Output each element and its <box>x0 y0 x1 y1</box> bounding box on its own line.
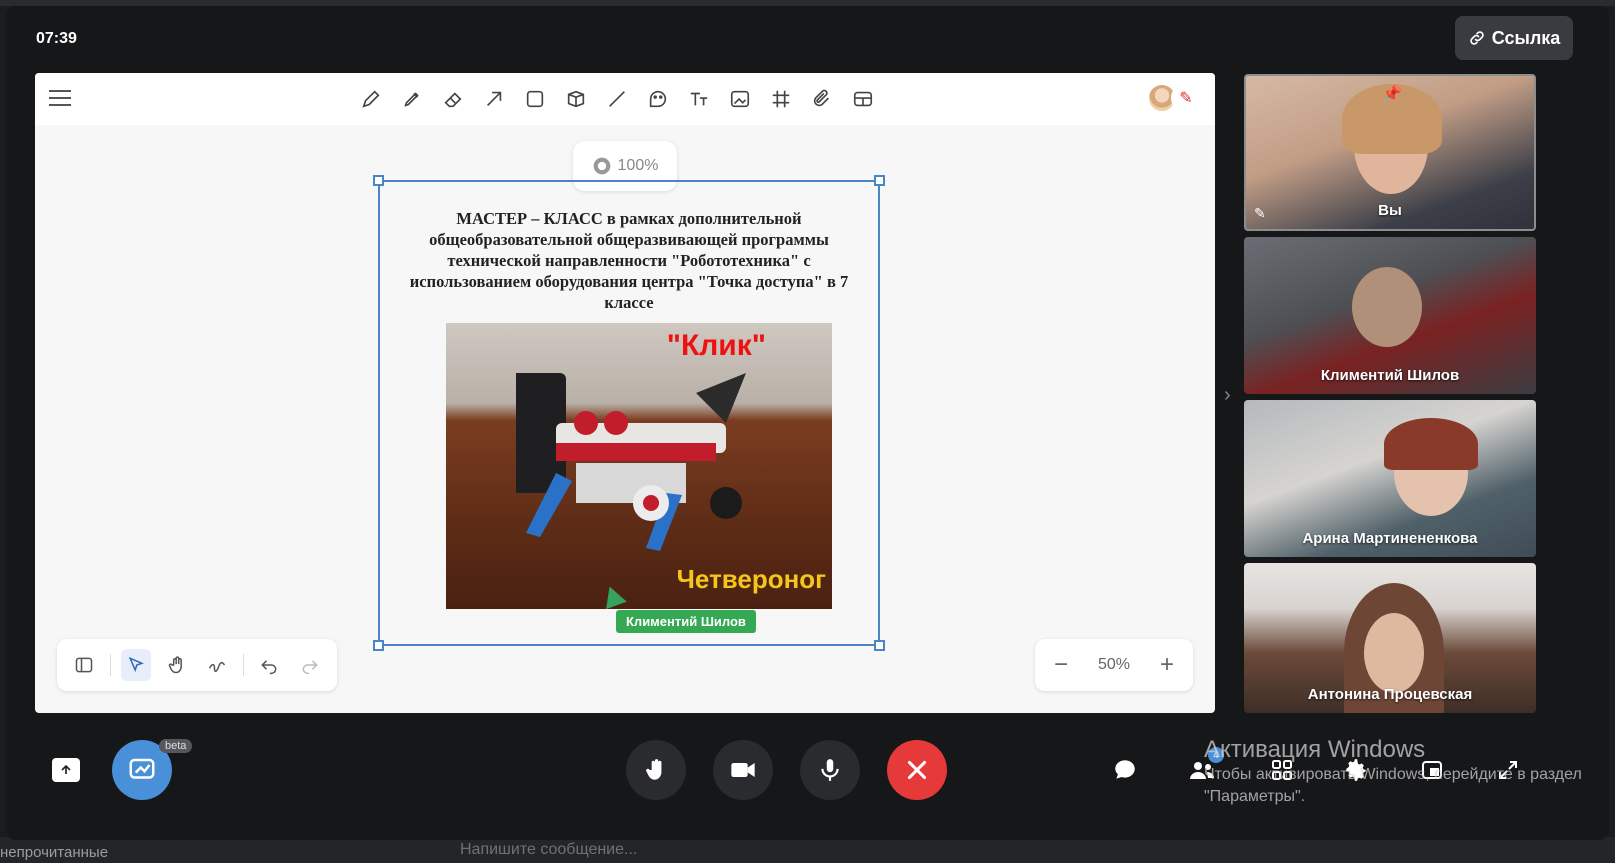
activation-title: Активация Windows <box>1204 736 1426 763</box>
participant-video <box>1352 267 1422 347</box>
hand-tool-icon[interactable] <box>161 649 192 681</box>
beta-badge: beta <box>159 739 193 753</box>
call-window: 07:39 Ссылка ✎ 100% МАСТЕР – КЛАСС в рам… <box>6 6 1609 840</box>
grid-icon[interactable] <box>767 85 795 113</box>
robot-photo: "Клик" Четвероног <box>446 323 832 609</box>
participant-name: Арина Мартинененкова <box>1302 530 1478 547</box>
close-icon <box>907 760 927 780</box>
share-screen-button[interactable] <box>52 758 80 782</box>
slide-title: МАСТЕР – КЛАСС в рамках дополнительной о… <box>409 209 849 312</box>
participant-tile[interactable]: Климентий Шилов <box>1244 237 1536 394</box>
unread-label: непрочитанные <box>0 844 109 861</box>
image-icon[interactable] <box>726 85 754 113</box>
message-placeholder: Напишите сообщение... <box>460 841 638 858</box>
activation-line: "Параметры". <box>1204 788 1306 805</box>
sticker-icon[interactable] <box>644 85 672 113</box>
undo-icon[interactable] <box>254 649 285 681</box>
cube-icon[interactable] <box>562 85 590 113</box>
resize-handle[interactable] <box>373 175 384 186</box>
resize-handle[interactable] <box>874 175 885 186</box>
table-icon[interactable] <box>849 85 877 113</box>
arrow-icon[interactable] <box>480 85 508 113</box>
windows-activation-watermark: Активация Windows Чтобы активировать Win… <box>1204 736 1615 808</box>
rectangle-icon[interactable] <box>521 85 549 113</box>
call-timer: 07:39 <box>36 30 77 47</box>
zoom-level: 50% <box>1097 656 1131 673</box>
divider <box>109 654 111 676</box>
zoom-in-button[interactable]: + <box>1155 651 1179 678</box>
whiteboard-icon <box>129 758 155 779</box>
remote-cursor-label: Климентий Шилов <box>616 610 756 633</box>
participant-tile[interactable]: Арина Мартинененкова <box>1244 400 1536 557</box>
copy-link-button[interactable]: Ссылка <box>1455 16 1573 60</box>
participant-name: Антонина Процевская <box>1307 686 1473 703</box>
board-zoom-control: − 50% + <box>1035 639 1193 691</box>
participants-panel: 📌 ✎ Вы Климентий Шилов Арина Мартинененк… <box>1244 74 1536 719</box>
attachment-icon[interactable] <box>808 85 836 113</box>
zoom-shield-icon <box>593 157 610 175</box>
guest-avatar-icon[interactable]: ✎ <box>1171 83 1201 113</box>
laser-tool-icon[interactable] <box>202 649 233 681</box>
resize-handle[interactable] <box>874 640 885 651</box>
menu-icon[interactable] <box>49 89 71 107</box>
object-zoom-value: 100% <box>617 157 659 174</box>
chevron-right-icon[interactable]: › <box>1224 384 1240 406</box>
sidebar-toggle-icon[interactable] <box>69 649 100 681</box>
upload-icon <box>61 764 71 774</box>
end-call-button[interactable] <box>887 740 947 800</box>
participant-name: Вы <box>1378 202 1402 219</box>
participant-tile[interactable]: Антонина Процевская <box>1244 563 1536 713</box>
pin-icon[interactable]: 📌 <box>1382 84 1402 104</box>
hand-icon <box>646 759 662 780</box>
activation-line: Чтобы активировать Windows, перейдите в … <box>1204 766 1582 783</box>
robot-illustration <box>516 373 746 551</box>
photo-caption-top: "Клик" <box>666 329 766 362</box>
resize-handle[interactable] <box>373 640 384 651</box>
whiteboard-toolbar: ✎ <box>35 73 1215 125</box>
select-tool-icon[interactable] <box>120 649 152 681</box>
link-icon <box>1469 31 1484 45</box>
photo-caption-bottom: Четвероног <box>676 564 826 594</box>
board-avatars: ✎ <box>1147 83 1203 115</box>
selected-slide[interactable]: МАСТЕР – КЛАСС в рамках дополнительной о… <box>373 175 885 651</box>
marker-icon[interactable] <box>398 85 426 113</box>
microphone-icon <box>821 759 839 781</box>
board-navigation-tools <box>57 639 337 691</box>
participant-video <box>1364 613 1424 693</box>
whiteboard[interactable]: ✎ 100% МАСТЕР – КЛАСС в рамках дополните… <box>35 73 1215 713</box>
eraser-icon[interactable] <box>439 85 467 113</box>
zoom-out-button[interactable]: − <box>1049 651 1073 678</box>
background-chat-bar: непрочитанные Напишите сообщение... <box>0 837 1615 863</box>
chat-bubble-icon <box>1115 760 1135 779</box>
divider <box>242 654 244 676</box>
redo-icon[interactable] <box>294 649 325 681</box>
camera-button[interactable] <box>713 740 773 800</box>
chat-button[interactable] <box>1109 754 1141 786</box>
raise-hand-button[interactable] <box>626 740 686 800</box>
line-icon[interactable] <box>603 85 631 113</box>
participant-tile[interactable]: 📌 ✎ Вы <box>1244 74 1536 231</box>
microphone-button[interactable] <box>800 740 860 800</box>
video-camera-icon <box>731 763 755 777</box>
participant-video <box>1384 418 1478 470</box>
text-icon[interactable] <box>685 85 713 113</box>
participant-name: Климентий Шилов <box>1320 367 1460 384</box>
drawing-tools <box>357 85 877 113</box>
copy-link-label: Ссылка <box>1491 27 1561 48</box>
pencil-icon[interactable] <box>357 85 385 113</box>
